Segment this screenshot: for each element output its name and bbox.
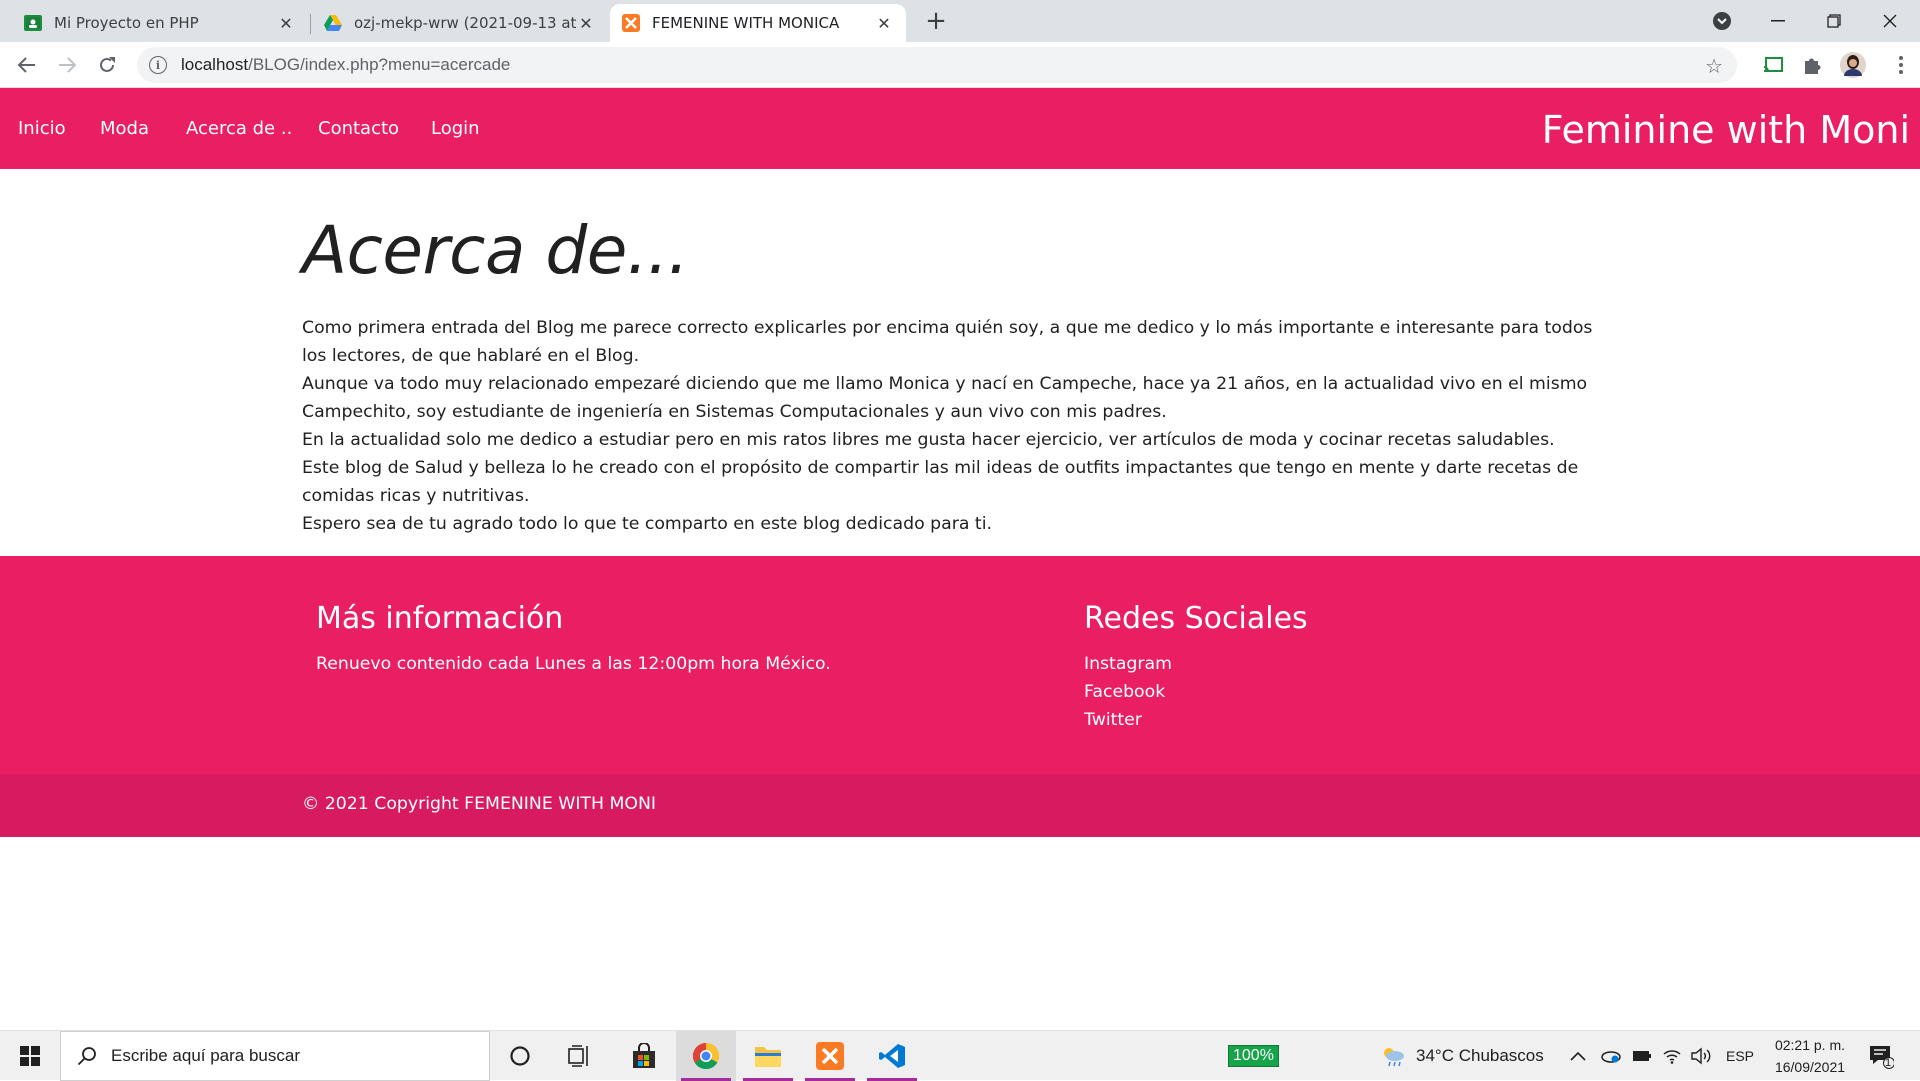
site-info-icon[interactable]: i — [149, 56, 167, 74]
tab-mi-proyecto[interactable]: Mi Proyecto en PHP ✕ — [12, 4, 308, 42]
site-navbar: Inicio Moda Acerca de .. Contacto Login … — [0, 88, 1920, 169]
windows-start-icon[interactable] — [0, 1031, 60, 1081]
social-link-instagram[interactable]: Instagram — [1084, 650, 1308, 678]
site-brand[interactable]: Feminine with Moni — [1542, 108, 1910, 152]
microsoft-store-icon[interactable] — [614, 1031, 674, 1081]
browser-toolbar: i localhost/BLOG/index.php?menu=acercade… — [0, 42, 1920, 88]
system-clock[interactable]: 02:21 p. m. 16/09/2021 — [1768, 1031, 1852, 1081]
search-placeholder: Escribe aquí para buscar — [111, 1046, 300, 1065]
search-icon — [77, 1046, 97, 1066]
site-footer: Más información Renuevo contenido cada L… — [0, 556, 1920, 774]
bookmark-star-icon[interactable]: ☆ — [1705, 54, 1723, 78]
address-bar[interactable]: i localhost/BLOG/index.php?menu=acercade… — [137, 47, 1737, 83]
about-text: Como primera entrada del Blog me parece … — [302, 314, 1612, 538]
footer-info-title: Más información — [316, 601, 564, 636]
close-tab-icon[interactable]: ✕ — [874, 14, 894, 33]
chrome-menu-icon[interactable] — [1886, 50, 1916, 80]
battery-meter-badge[interactable]: 100% — [1228, 1031, 1279, 1081]
footer-social-title: Redes Sociales — [1084, 601, 1308, 636]
google-drive-icon — [324, 14, 342, 32]
reload-icon[interactable] — [92, 50, 122, 80]
xampp-icon — [622, 14, 640, 32]
about-section: Acerca de... Como primera entrada del Bl… — [302, 212, 1612, 538]
minimize-button[interactable] — [1750, 0, 1806, 42]
paragraph: Como primera entrada del Blog me parece … — [302, 318, 1593, 366]
weather-rain-cloud-icon — [1380, 1045, 1406, 1067]
footer-info-column: Más información Renuevo contenido cada L… — [316, 601, 831, 678]
paragraph: Este blog de Salud y belleza lo he cread… — [302, 458, 1579, 506]
social-link-facebook[interactable]: Facebook — [1084, 678, 1308, 706]
social-link-twitter[interactable]: Twitter — [1084, 706, 1308, 734]
task-view-icon[interactable] — [550, 1031, 610, 1081]
tab-drive-video[interactable]: ozj-mekp-wrw (2021-09-13 at 17 ✕ — [312, 4, 608, 42]
footer-info-text: Renuevo contenido cada Lunes a las 12:00… — [316, 654, 831, 674]
volume-icon[interactable] — [1690, 1031, 1712, 1081]
clock-date: 16/09/2021 — [1774, 1059, 1846, 1075]
forward-arrow-icon[interactable] — [52, 50, 82, 80]
paragraph: Espero sea de tu agrado todo lo que te c… — [302, 514, 992, 534]
tab-femenine-with-monica[interactable]: FEMENINE WITH MONICA ✕ — [610, 4, 906, 42]
cortana-icon[interactable] — [490, 1031, 550, 1081]
nav-link-moda[interactable]: Moda — [100, 118, 149, 139]
nav-link-acerca-de[interactable]: Acerca de .. — [186, 118, 292, 139]
input-language[interactable]: ESP — [1726, 1031, 1754, 1081]
page-title: Acerca de... — [302, 212, 689, 289]
new-tab-button[interactable]: + — [922, 8, 950, 36]
wifi-icon[interactable] — [1662, 1031, 1682, 1081]
tab-strip: Mi Proyecto en PHP ✕ ozj-mekp-wrw (2021-… — [0, 0, 1920, 42]
xampp-taskbar-icon[interactable] — [800, 1031, 860, 1081]
notification-center-icon[interactable]: 1 — [1868, 1031, 1894, 1081]
taskbar-search-box[interactable]: Escribe aquí para buscar — [60, 1031, 490, 1081]
nav-link-login[interactable]: Login — [431, 118, 480, 139]
file-explorer-icon[interactable] — [738, 1031, 798, 1081]
nav-link-contacto[interactable]: Contacto — [318, 118, 399, 139]
chrome-taskbar-icon[interactable] — [676, 1031, 736, 1081]
notification-count: 1 — [1885, 1057, 1892, 1069]
close-tab-icon[interactable]: ✕ — [276, 14, 296, 33]
tab-separator — [310, 14, 311, 34]
weather-widget[interactable]: 34°C Chubascos — [1380, 1031, 1544, 1081]
battery-percent: 100% — [1228, 1045, 1279, 1067]
windows-taskbar: Escribe aquí para buscar 100% 34°C Chuba… — [0, 1030, 1920, 1081]
url-path: /BLOG/index.php?menu=acercade — [248, 55, 511, 74]
profile-avatar[interactable] — [1838, 50, 1868, 80]
back-arrow-icon[interactable] — [12, 50, 42, 80]
nav-link-inicio[interactable]: Inicio — [18, 118, 66, 139]
footer-social-column: Redes Sociales Instagram Facebook Twitte… — [1084, 601, 1308, 734]
clock-time: 02:21 p. m. — [1774, 1037, 1846, 1053]
cast-icon[interactable] — [1758, 50, 1788, 80]
paragraph: Aunque va todo muy relacionado empezaré … — [302, 374, 1588, 422]
paragraph: En la actualidad solo me dedico a estudi… — [302, 430, 1555, 450]
close-tab-icon[interactable]: ✕ — [576, 14, 596, 33]
extensions-puzzle-icon[interactable] — [1797, 50, 1827, 80]
tab-search-icon[interactable] — [1694, 0, 1750, 42]
url-host: localhost — [181, 55, 249, 74]
restore-button[interactable] — [1806, 0, 1862, 42]
classroom-icon — [24, 14, 42, 32]
battery-icon[interactable] — [1632, 1031, 1652, 1081]
vscode-taskbar-icon[interactable] — [862, 1031, 922, 1081]
weather-text: 34°C Chubascos — [1416, 1046, 1544, 1065]
footer-copyright-bar: © 2021 Copyright FEMENINE WITH MONI — [0, 774, 1920, 837]
onedrive-sync-icon[interactable] — [1600, 1031, 1622, 1081]
copyright-text: © 2021 Copyright FEMENINE WITH MONI — [302, 794, 656, 814]
tray-chevron-icon[interactable] — [1570, 1031, 1586, 1081]
close-window-button[interactable] — [1862, 0, 1918, 42]
